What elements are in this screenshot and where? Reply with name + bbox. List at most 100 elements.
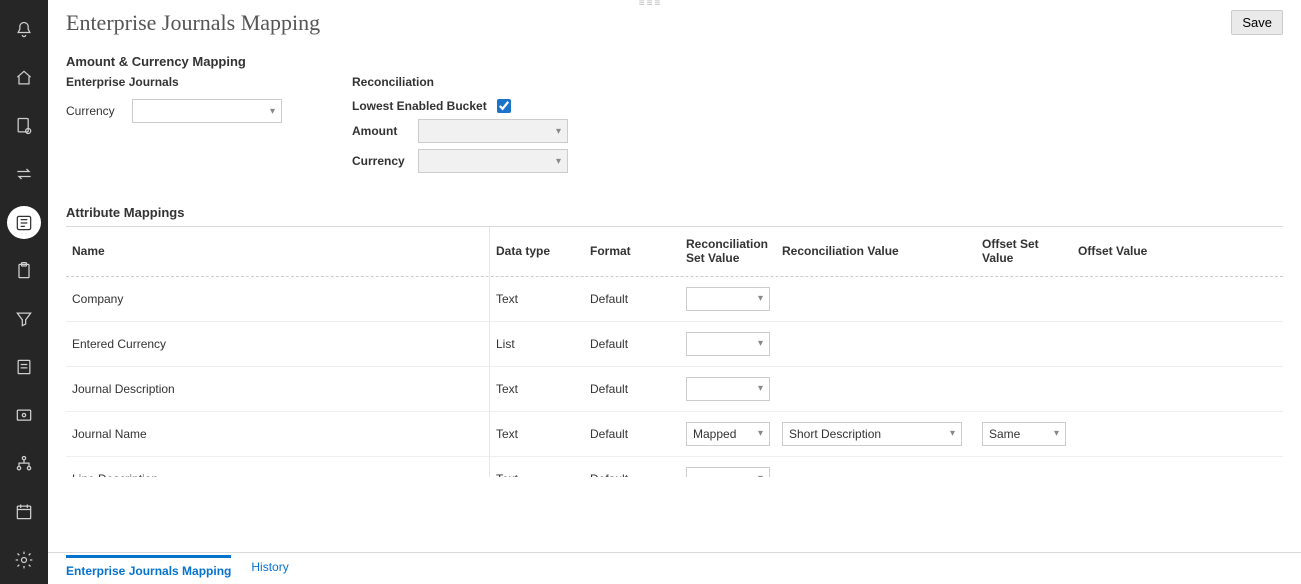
report-icon[interactable] xyxy=(0,343,48,391)
chevron-down-icon: ▾ xyxy=(950,428,955,439)
chevron-down-icon: ▾ xyxy=(270,106,275,117)
cell-data-type: Text xyxy=(490,367,584,411)
th-offset-set-value: Offset Set Value xyxy=(976,227,1072,276)
recon-set-value-select[interactable]: ▾ xyxy=(686,287,770,311)
cell-recon-value xyxy=(776,457,976,477)
document-gear-icon[interactable] xyxy=(0,102,48,150)
tab-history[interactable]: History xyxy=(251,560,288,578)
cell-data-type: Text xyxy=(490,277,584,321)
ej-currency-select[interactable]: ▾ xyxy=(132,99,282,123)
hierarchy-icon[interactable] xyxy=(0,440,48,488)
bottom-tabs: Enterprise Journals Mapping History xyxy=(48,552,1301,584)
cell-name: Line Description xyxy=(66,457,490,477)
mapping-icon[interactable] xyxy=(7,206,41,239)
cell-data-type: Text xyxy=(490,457,584,477)
cell-recon-set-value: ▾ xyxy=(680,277,776,321)
cell-format: Default xyxy=(584,277,680,321)
cell-offset-value xyxy=(1072,412,1212,456)
chevron-down-icon: ▾ xyxy=(758,293,763,305)
cell-offset-set-value xyxy=(976,322,1072,366)
chevron-down-icon: ▾ xyxy=(758,383,763,395)
table-header-row: Name Data type Format Reconciliation Set… xyxy=(66,227,1283,277)
recon-set-value-select[interactable]: ▾ xyxy=(686,332,770,356)
offset-set-value-select[interactable]: Same▾ xyxy=(982,422,1066,446)
table-row: Journal NameTextDefaultMapped▾ Short Desc… xyxy=(66,412,1283,457)
left-sidebar xyxy=(0,0,48,584)
recon-currency-label: Currency xyxy=(352,154,408,168)
th-offset-value: Offset Value xyxy=(1072,227,1212,276)
cell-name: Journal Name xyxy=(66,412,490,456)
swap-icon[interactable] xyxy=(0,150,48,198)
cell-recon-value xyxy=(776,367,976,411)
th-name: Name xyxy=(66,227,490,276)
chevron-down-icon: ▾ xyxy=(758,428,763,440)
calendar-icon[interactable] xyxy=(0,488,48,536)
cell-recon-set-value: ▾ xyxy=(680,457,776,477)
recon-currency-select[interactable]: ▾ xyxy=(418,149,568,173)
cell-recon-value xyxy=(776,322,976,366)
lowest-enabled-checkbox[interactable] xyxy=(497,99,511,113)
th-format: Format xyxy=(584,227,680,276)
gear-icon[interactable] xyxy=(0,536,48,584)
table-body: CompanyTextDefault▾Entered CurrencyListD… xyxy=(66,277,1283,477)
home-icon[interactable] xyxy=(0,54,48,102)
chevron-down-icon: ▾ xyxy=(758,338,763,350)
recon-set-value-select[interactable]: ▾ xyxy=(686,467,770,477)
table-row: Entered CurrencyListDefault ▾ xyxy=(66,322,1283,367)
cell-name: Journal Description xyxy=(66,367,490,411)
cell-offset-set-value: Same▾ xyxy=(976,412,1072,456)
table-row: CompanyTextDefault ▾ xyxy=(66,277,1283,322)
cell-name: Company xyxy=(66,277,490,321)
view-icon[interactable] xyxy=(0,391,48,439)
cell-offset-value xyxy=(1072,367,1212,411)
enterprise-journals-heading: Enterprise Journals xyxy=(66,75,282,89)
th-recon-value: Reconciliation Value xyxy=(776,227,976,276)
lowest-enabled-label: Lowest Enabled Bucket xyxy=(352,99,487,113)
cell-recon-value xyxy=(776,277,976,321)
amount-currency-heading: Amount & Currency Mapping xyxy=(66,54,1283,69)
cell-data-type: Text xyxy=(490,412,584,456)
filter-icon[interactable] xyxy=(0,295,48,343)
cell-format: Default xyxy=(584,322,680,366)
reconciliation-heading: Reconciliation xyxy=(352,75,568,89)
recon-amount-select[interactable]: ▾ xyxy=(418,119,568,143)
table-row: Line DescriptionTextDefault ▾ xyxy=(66,457,1283,477)
cell-recon-set-value: ▾ xyxy=(680,367,776,411)
cell-offset-set-value xyxy=(976,367,1072,411)
page-title: Enterprise Journals Mapping xyxy=(66,10,320,36)
cell-name: Entered Currency xyxy=(66,322,490,366)
cell-format: Default xyxy=(584,412,680,456)
th-data-type: Data type xyxy=(490,227,584,276)
recon-value-select[interactable]: Short Description▾ xyxy=(782,422,962,446)
cell-offset-set-value xyxy=(976,277,1072,321)
cell-offset-value xyxy=(1072,277,1212,321)
cell-recon-value: Short Description▾ xyxy=(776,412,976,456)
tab-enterprise-journals-mapping[interactable]: Enterprise Journals Mapping xyxy=(66,555,231,582)
cell-data-type: List xyxy=(490,322,584,366)
chevron-down-icon: ▾ xyxy=(1054,428,1059,439)
recon-set-value-select[interactable]: ▾ xyxy=(686,377,770,401)
th-recon-set-value: Reconciliation Set Value xyxy=(680,227,776,276)
reconciliation-column: Reconciliation Lowest Enabled Bucket Amo… xyxy=(352,75,568,179)
ej-currency-label: Currency xyxy=(66,104,122,118)
save-button[interactable]: Save xyxy=(1231,10,1283,35)
recon-set-value-select[interactable]: Mapped▾ xyxy=(686,422,770,446)
cell-offset-set-value xyxy=(976,457,1072,477)
chevron-down-icon: ▾ xyxy=(556,156,561,167)
attribute-mappings-heading: Attribute Mappings xyxy=(66,205,1283,220)
cell-recon-set-value: Mapped▾ xyxy=(680,412,776,456)
clipboard-icon[interactable] xyxy=(0,247,48,295)
bell-icon[interactable] xyxy=(0,6,48,54)
cell-recon-set-value: ▾ xyxy=(680,322,776,366)
chevron-down-icon: ▾ xyxy=(758,473,763,477)
cell-offset-value xyxy=(1072,457,1212,477)
cell-format: Default xyxy=(584,457,680,477)
main-content: Enterprise Journals Mapping Save Amount … xyxy=(48,0,1301,584)
recon-amount-label: Amount xyxy=(352,124,408,138)
chevron-down-icon: ▾ xyxy=(556,126,561,137)
cell-offset-value xyxy=(1072,322,1212,366)
cell-format: Default xyxy=(584,367,680,411)
attribute-table: Name Data type Format Reconciliation Set… xyxy=(66,226,1283,477)
table-row: Journal DescriptionTextDefault ▾ xyxy=(66,367,1283,412)
enterprise-journals-column: Enterprise Journals Currency ▾ xyxy=(66,75,282,179)
